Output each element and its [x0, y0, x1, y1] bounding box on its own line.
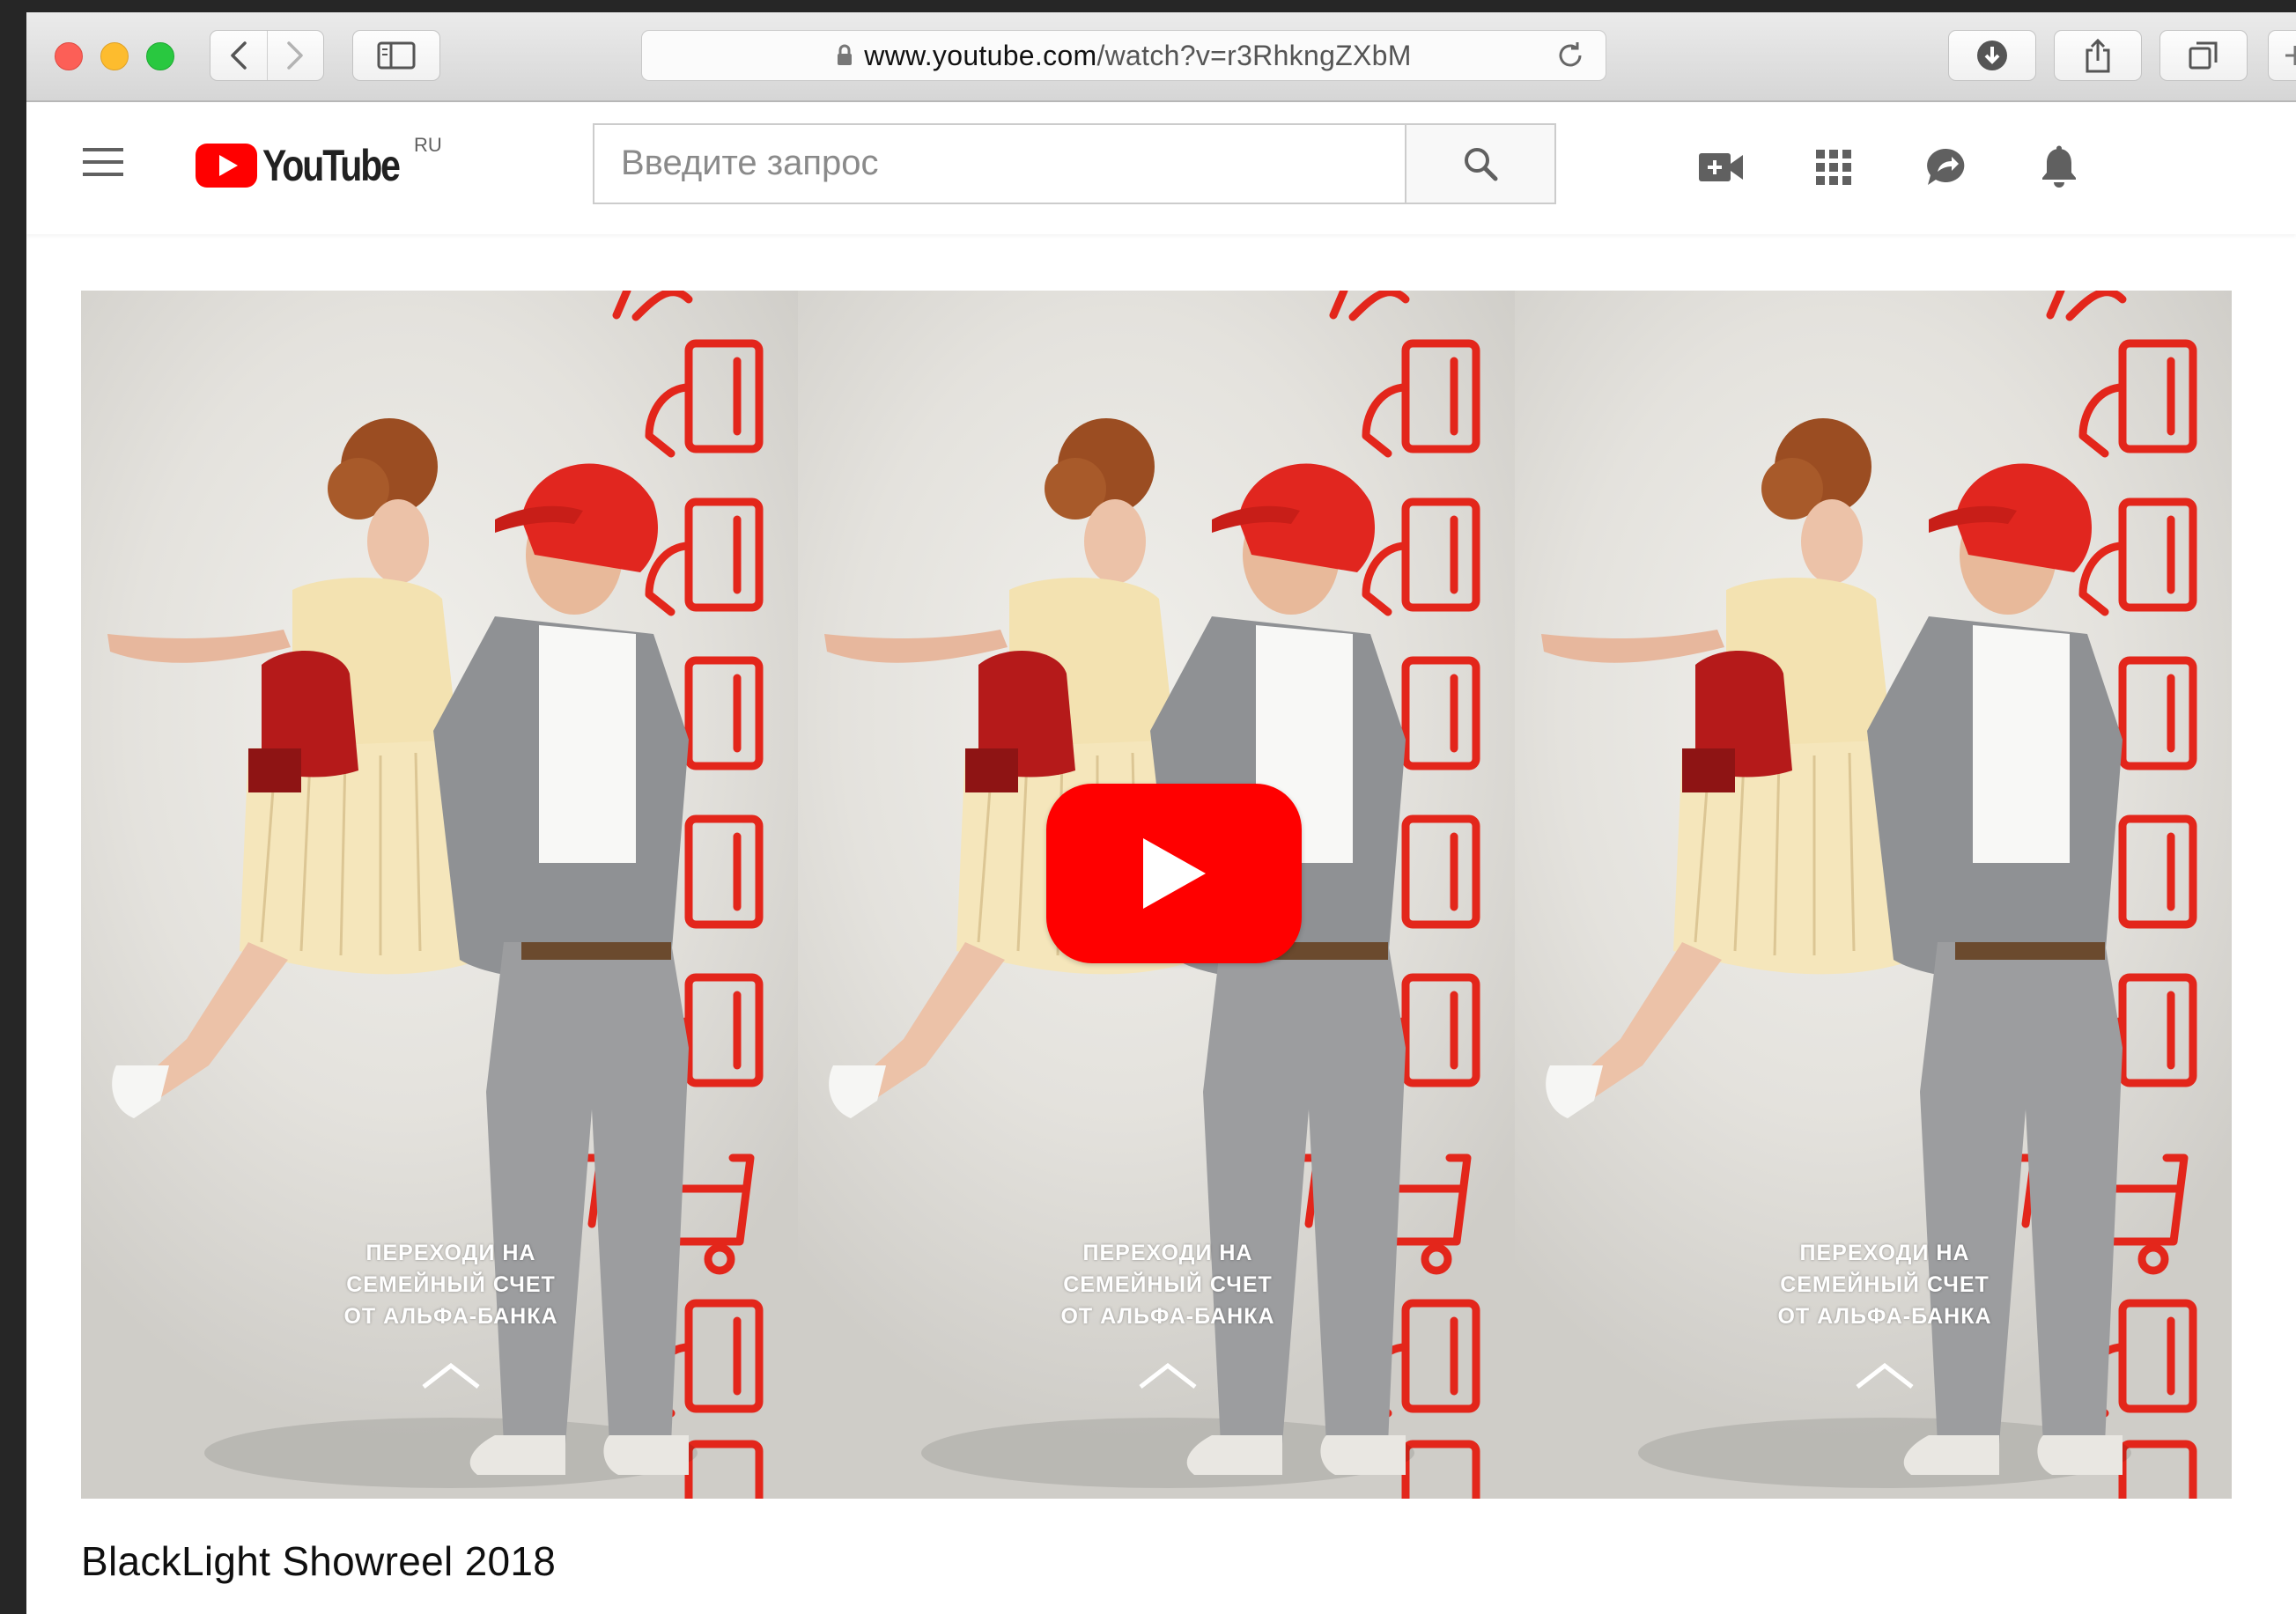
search-input[interactable] [594, 125, 1387, 201]
messages-icon [1927, 148, 1965, 185]
play-icon [1143, 838, 1206, 909]
new-tab-button[interactable] [2268, 30, 2296, 81]
back-forward-group [210, 30, 324, 81]
url-path: /watch?v=r3RhkngZXbM [1096, 39, 1412, 71]
menu-icon [83, 148, 123, 176]
share-icon [2086, 38, 2110, 73]
create-video-button[interactable] [1696, 143, 1746, 192]
search-box [593, 123, 1406, 204]
share-button[interactable] [2054, 30, 2142, 81]
ad-caption: ПЕРЕХОДИ НА СЕМЕЙНЫЙ СЧЕТ ОТ АЛЬФА-БАНКА [1777, 1241, 1992, 1329]
tabs-icon [2189, 41, 2218, 70]
downloads-button[interactable] [1948, 30, 2036, 81]
download-icon [1977, 41, 2007, 70]
apps-grid-icon [1816, 150, 1851, 185]
browser-window: www.youtube.com/watch?v=r3RhkngZXbM YouT… [26, 12, 2296, 1614]
swipe-up-chevron-icon [422, 1362, 480, 1389]
youtube-logo[interactable]: YouTube RU [196, 134, 442, 192]
sidebar-icon [377, 41, 416, 70]
ad-caption: ПЕРЕХОДИ НА СЕМЕЙНЫЙ СЧЕТ ОТ АЛЬФА-БАНКА [1060, 1241, 1275, 1329]
video-title: BlackLight Showreel 2018 [81, 1538, 557, 1584]
url-display: www.youtube.com/watch?v=r3RhkngZXbM [642, 31, 1606, 80]
browser-toolbar: www.youtube.com/watch?v=r3RhkngZXbM [26, 12, 2296, 102]
reload-icon[interactable] [1554, 40, 1586, 71]
swipe-up-chevron-icon [1856, 1362, 1914, 1389]
url-domain: www.youtube.com [864, 39, 1097, 71]
video-player[interactable]: ПЕРЕХОДИ НА СЕМЕЙНЫЙ СЧЕТ ОТ АЛЬФА-БАНКА [81, 291, 2232, 1499]
ad-caption: ПЕРЕХОДИ НА СЕМЕЙНЫЙ СЧЕТ ОТ АЛЬФА-БАНКА [343, 1241, 558, 1329]
back-arrow-icon[interactable] [210, 31, 268, 80]
youtube-logo-icon [196, 144, 257, 188]
region-label: RU [414, 134, 442, 156]
youtube-masthead: YouTube RU [26, 102, 2296, 234]
apps-button[interactable] [1809, 143, 1858, 192]
tabs-button[interactable] [2159, 30, 2248, 81]
zoom-window-button[interactable] [146, 42, 174, 70]
video-thumbnail-panel-3: ПЕРЕХОДИ НА СЕМЕЙНЫЙ СЧЕТ ОТ АЛЬФА-БАНКА [1515, 291, 2232, 1499]
create-video-icon [1699, 153, 1743, 181]
notifications-bell-icon [2042, 145, 2076, 188]
play-button[interactable] [1046, 784, 1302, 963]
lock-icon [838, 44, 853, 65]
search-button[interactable] [1406, 123, 1556, 204]
address-bar[interactable]: www.youtube.com/watch?v=r3RhkngZXbM [641, 30, 1606, 81]
swipe-up-chevron-icon [1139, 1362, 1197, 1389]
youtube-logo-text: YouTube [262, 141, 401, 190]
forward-arrow-icon[interactable] [268, 31, 324, 80]
minimize-window-button[interactable] [100, 42, 129, 70]
plus-icon [2285, 46, 2296, 65]
messages-button[interactable] [1922, 143, 1971, 192]
guide-menu-button[interactable] [81, 144, 130, 188]
video-thumbnail-panel-1: ПЕРЕХОДИ НА СЕМЕЙНЫЙ СЧЕТ ОТ АЛЬФА-БАНКА [81, 291, 798, 1499]
sidebar-button[interactable] [352, 30, 440, 81]
close-window-button[interactable] [55, 42, 83, 70]
search-icon [1465, 148, 1498, 181]
notifications-button[interactable] [2034, 143, 2084, 192]
